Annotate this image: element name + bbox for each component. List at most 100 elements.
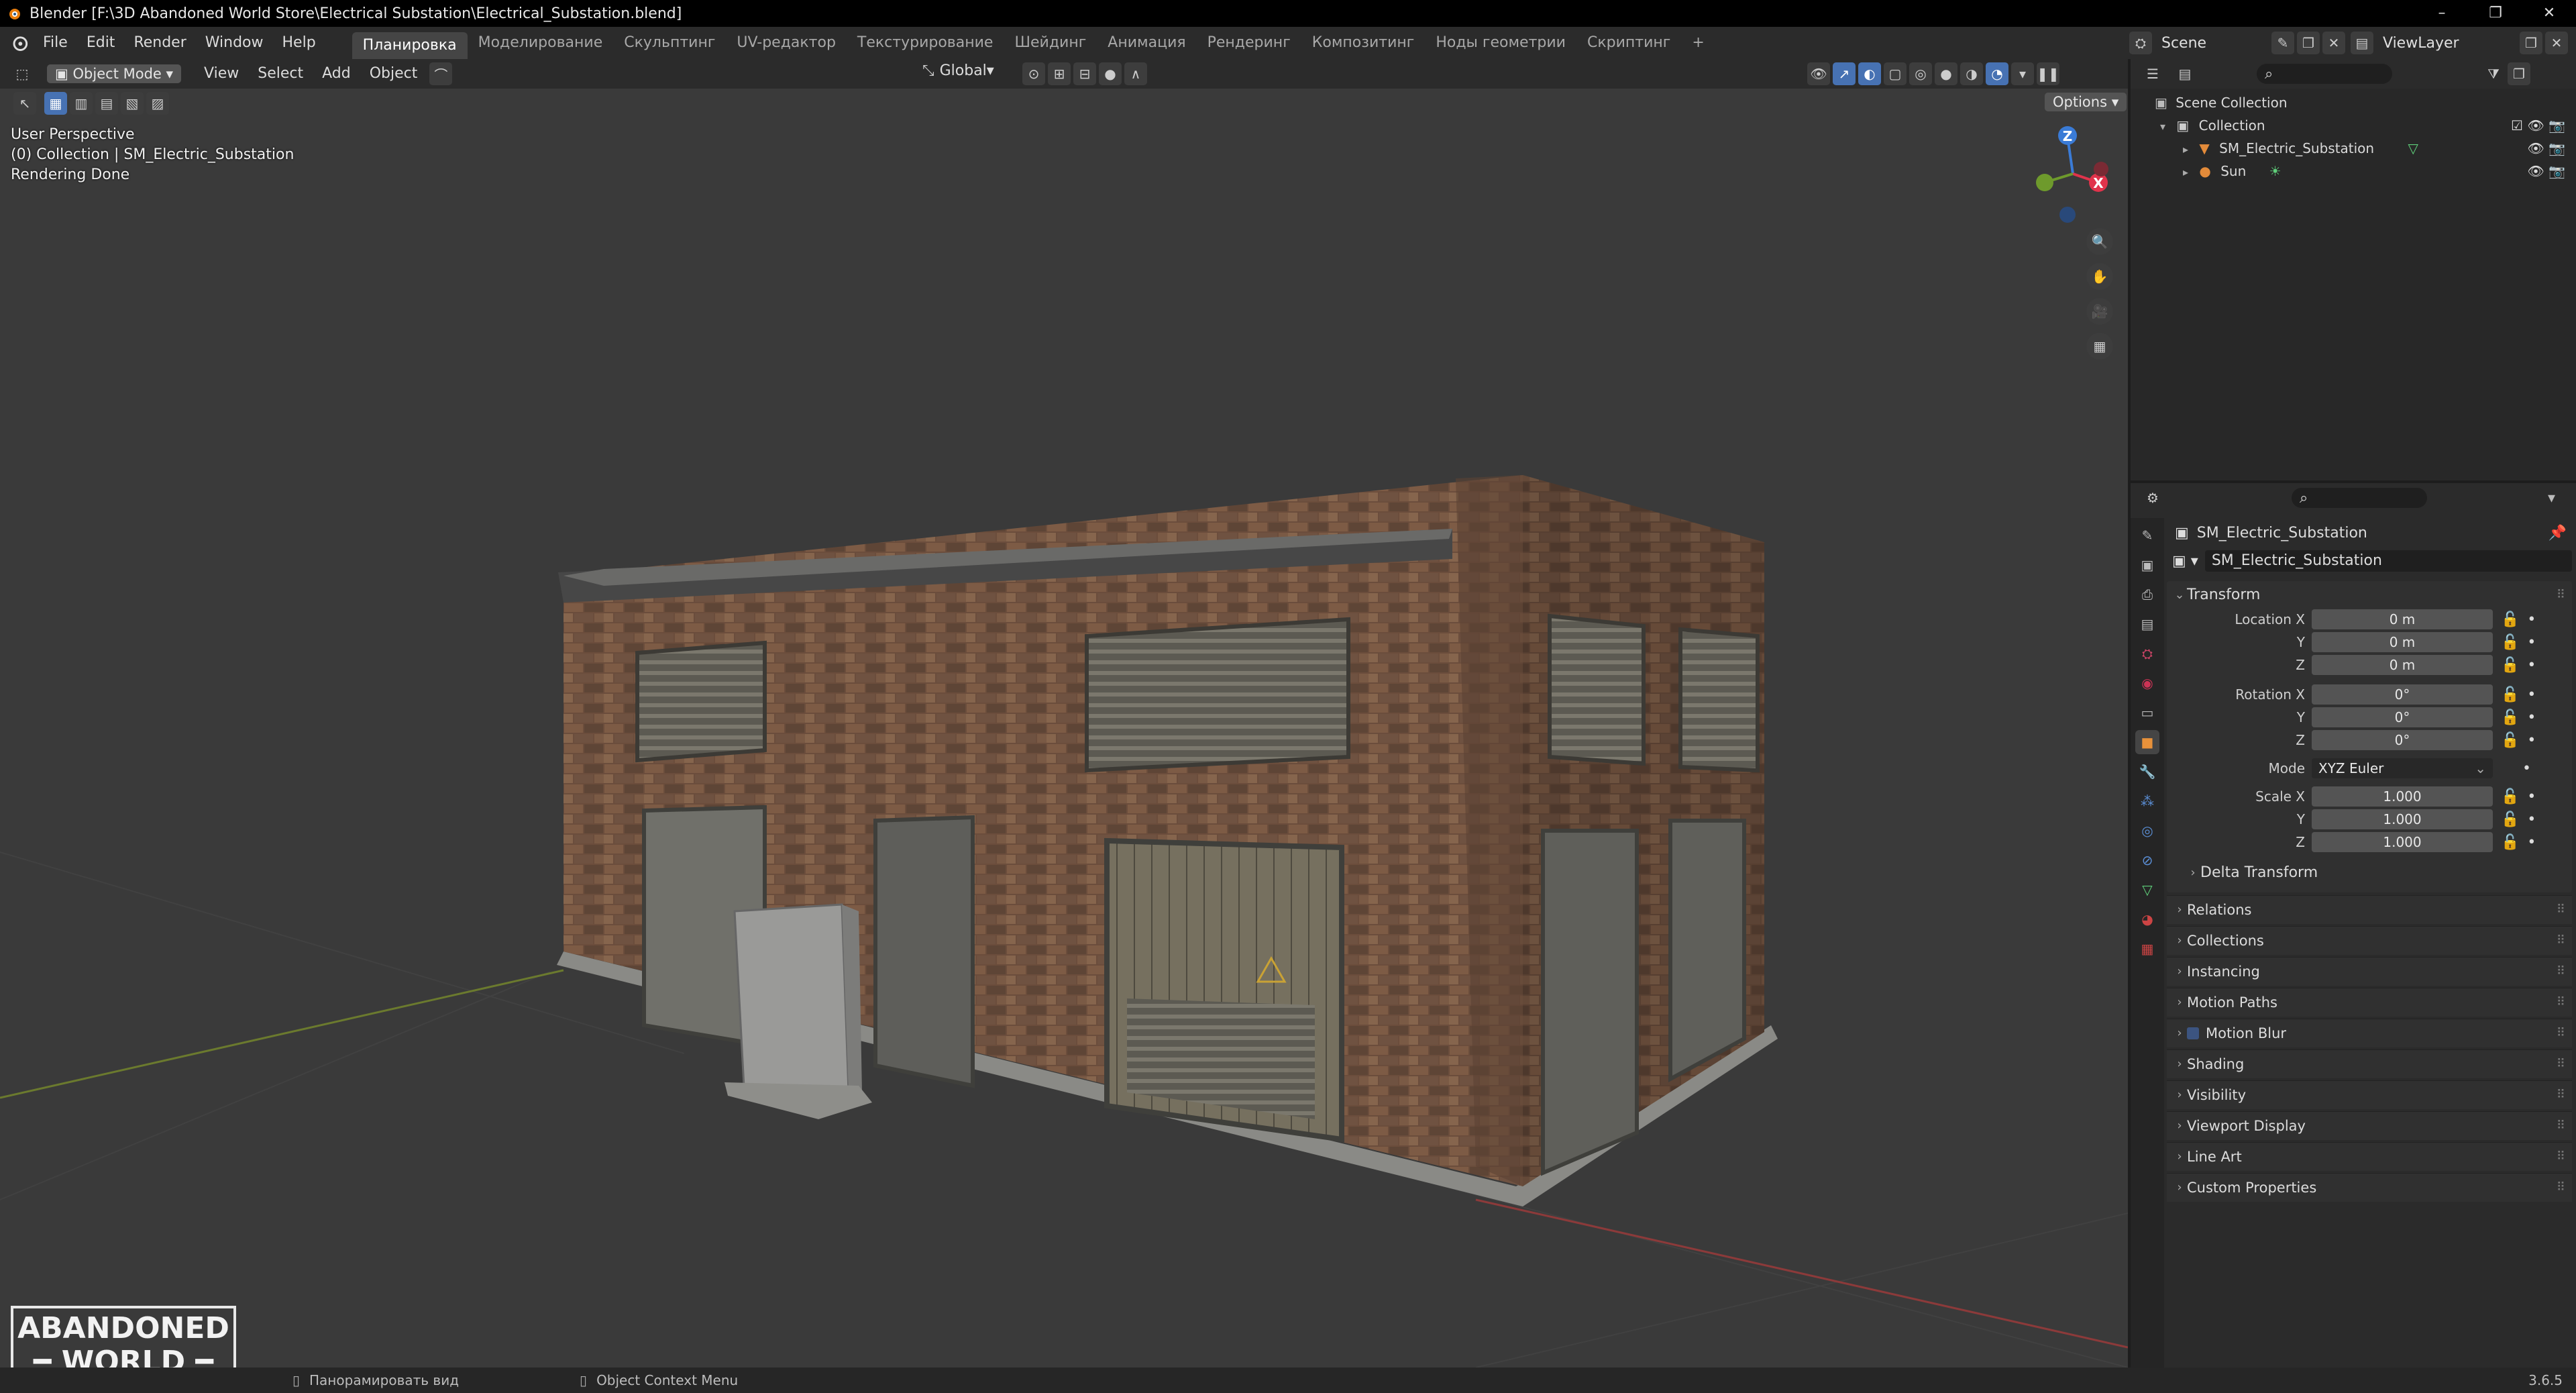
drag-handle-icon[interactable]: ⠿ bbox=[2557, 988, 2565, 1017]
drag-handle-icon[interactable]: ⠿ bbox=[2557, 1112, 2565, 1140]
modifier-tab-icon[interactable]: 🔧 bbox=[2135, 760, 2159, 784]
render-tab-icon[interactable]: ▣ bbox=[2135, 553, 2159, 577]
expand-arrow-icon[interactable]: ▸ bbox=[2183, 166, 2188, 178]
lock-icon[interactable]: 🔓 bbox=[2501, 657, 2519, 674]
wireframe-shading-icon[interactable]: ◎ bbox=[1909, 62, 1932, 85]
outliner-editor-type-icon[interactable]: ☰ bbox=[2141, 62, 2164, 85]
keyframe-dot-icon[interactable]: • bbox=[2527, 732, 2536, 749]
mode-label[interactable]: Object Mode bbox=[73, 66, 162, 82]
proportional-edit-icon[interactable]: ● bbox=[1099, 62, 1122, 85]
scale-y-field[interactable]: 1.000 bbox=[2312, 809, 2493, 829]
drag-handle-icon[interactable]: ⠿ bbox=[2557, 896, 2565, 924]
lock-icon[interactable]: 🔓 bbox=[2501, 811, 2519, 828]
drag-handle-icon[interactable]: ⠿ bbox=[2557, 1174, 2565, 1202]
menu-help[interactable]: Help bbox=[273, 27, 325, 59]
building-model[interactable] bbox=[557, 475, 1778, 1206]
texture-tab-icon[interactable]: ▦ bbox=[2135, 937, 2159, 961]
editor-type-icon[interactable]: ⬚ bbox=[11, 62, 34, 85]
select-extend-icon[interactable]: ▥ bbox=[70, 92, 93, 115]
snap-curve-icon[interactable]: ⌒ bbox=[429, 62, 453, 85]
lock-icon[interactable]: 🔓 bbox=[2501, 834, 2519, 851]
select-tool-icon[interactable]: ↖ bbox=[13, 92, 36, 115]
lock-icon[interactable]: 🔓 bbox=[2501, 634, 2519, 651]
lock-icon[interactable]: 🔓 bbox=[2501, 732, 2519, 749]
outliner-search-input[interactable]: ⌕ bbox=[2257, 64, 2392, 84]
particles-tab-icon[interactable]: ⁂ bbox=[2135, 789, 2159, 813]
keyframe-dot-icon[interactable]: • bbox=[2527, 657, 2536, 674]
keyframe-dot-icon[interactable]: • bbox=[2527, 834, 2536, 851]
collection-tab-icon[interactable]: ▭ bbox=[2135, 701, 2159, 725]
drag-handle-icon[interactable]: ⠿ bbox=[2557, 927, 2565, 955]
object-datablock-icon[interactable]: ▣ ▾ bbox=[2172, 553, 2198, 570]
outliner-item-collection[interactable]: ▾ ▣ Collection ☑ 👁 📷 bbox=[2131, 114, 2576, 137]
viewport-menu-add[interactable]: Add bbox=[313, 59, 360, 90]
xray-icon[interactable]: ▢ bbox=[1884, 62, 1907, 85]
constraints-tab-icon[interactable]: ⊘ bbox=[2135, 848, 2159, 872]
select-new-icon[interactable]: ▦ bbox=[44, 92, 67, 115]
new-view-layer-icon[interactable]: ❐ bbox=[2520, 32, 2542, 54]
transform-panel-header[interactable]: ⌄ Transform ⠿ bbox=[2167, 581, 2572, 608]
material-preview-icon[interactable]: ◑ bbox=[1960, 62, 1983, 85]
orientation-label[interactable]: Global bbox=[940, 62, 987, 79]
options-dropdown[interactable]: Options ▾ bbox=[2045, 93, 2127, 111]
tab-scripting[interactable]: Скриптинг bbox=[1576, 27, 1681, 59]
scene-collection-row[interactable]: ▣ Scene Collection bbox=[2131, 91, 2576, 114]
outliner-item-substation[interactable]: ▸ ▼ SM_Electric_Substation ▽ 👁 📷 bbox=[2131, 137, 2576, 160]
tab-shading[interactable]: Шейдинг bbox=[1004, 27, 1097, 59]
lock-icon[interactable]: 🔓 bbox=[2501, 788, 2519, 805]
panel-visibility[interactable]: › Visibility ⠿ bbox=[2167, 1080, 2572, 1109]
panel-motion-paths[interactable]: › Motion Paths ⠿ bbox=[2167, 988, 2572, 1017]
object-name-field[interactable]: SM_Electric_Substation bbox=[2204, 550, 2572, 572]
pin-icon[interactable]: 📌 bbox=[2548, 525, 2567, 541]
new-scene-icon[interactable]: ❐ bbox=[2297, 32, 2320, 54]
falloff-icon[interactable]: ∧ bbox=[1124, 62, 1147, 85]
material-tab-icon[interactable]: ◕ bbox=[2135, 907, 2159, 931]
menu-window[interactable]: Window bbox=[196, 27, 273, 59]
tab-modeling[interactable]: Моделирование bbox=[468, 27, 614, 59]
location-x-field[interactable]: 0 m bbox=[2312, 609, 2493, 629]
maximize-button[interactable]: ❐ bbox=[2469, 0, 2522, 27]
eye-icon[interactable]: 👁 bbox=[2527, 117, 2544, 134]
panel-line-art[interactable]: › Line Art ⠿ bbox=[2167, 1142, 2572, 1171]
filter-icon[interactable]: ⧩ bbox=[2482, 62, 2505, 85]
select-subtract-icon[interactable]: ▤ bbox=[95, 92, 118, 115]
scale-z-field[interactable]: 1.000 bbox=[2312, 832, 2493, 852]
viewport-menu-view[interactable]: View bbox=[195, 59, 248, 90]
mode-dropdown[interactable]: ▣ Object Mode ▾ bbox=[47, 64, 182, 83]
tab-geometry-nodes[interactable]: Ноды геометрии bbox=[1425, 27, 1576, 59]
solid-shading-icon[interactable]: ● bbox=[1935, 62, 1957, 85]
lock-icon[interactable]: 🔓 bbox=[2501, 686, 2519, 703]
data-tab-icon[interactable]: ▽ bbox=[2135, 878, 2159, 902]
pause-render-icon[interactable]: ❚❚ bbox=[2037, 62, 2059, 85]
view-layer-tab-icon[interactable]: ▤ bbox=[2135, 612, 2159, 636]
drag-handle-icon[interactable]: ⠿ bbox=[2557, 1050, 2565, 1078]
tab-sculpting[interactable]: Скульптинг bbox=[613, 27, 726, 59]
view-layer-selector[interactable]: ▤ ViewLayer ❐ ✕ bbox=[2348, 31, 2568, 55]
keyframe-dot-icon[interactable]: • bbox=[2527, 709, 2536, 726]
checkbox-icon[interactable]: ☑ bbox=[2511, 117, 2523, 134]
rendered-shading-icon[interactable]: ◔ bbox=[1986, 62, 2008, 85]
output-tab-icon[interactable]: ⎙ bbox=[2135, 582, 2159, 607]
keyframe-dot-icon[interactable]: • bbox=[2522, 760, 2531, 777]
rotation-mode-dropdown[interactable]: XYZ Euler ⌄ bbox=[2312, 758, 2493, 778]
delete-view-layer-icon[interactable]: ✕ bbox=[2545, 32, 2568, 54]
pan-hand-icon[interactable]: ✋ bbox=[2086, 263, 2113, 290]
scene-name[interactable]: Scene bbox=[2161, 35, 2269, 52]
properties-options-icon[interactable]: ▾ bbox=[2548, 490, 2555, 507]
zoom-icon[interactable]: 🔍 bbox=[2086, 228, 2113, 255]
keyframe-dot-icon[interactable]: • bbox=[2527, 634, 2536, 651]
panel-shading[interactable]: › Shading ⠿ bbox=[2167, 1049, 2572, 1078]
menu-file[interactable]: File bbox=[34, 27, 77, 59]
camera-icon[interactable]: 📷 bbox=[2548, 140, 2565, 156]
keyframe-dot-icon[interactable]: • bbox=[2527, 788, 2536, 805]
keyframe-dot-icon[interactable]: • bbox=[2527, 686, 2536, 703]
scale-x-field[interactable]: 1.000 bbox=[2312, 786, 2493, 807]
tab-texture-paint[interactable]: Текстурирование bbox=[847, 27, 1004, 59]
rotation-y-field[interactable]: 0° bbox=[2312, 707, 2493, 727]
motion-blur-checkbox[interactable] bbox=[2187, 1027, 2199, 1039]
gizmo-toggle-icon[interactable]: ↗ bbox=[1833, 62, 1856, 85]
menu-edit[interactable]: Edit bbox=[77, 27, 125, 59]
select-invert-icon[interactable]: ▧ bbox=[121, 92, 144, 115]
camera-view-icon[interactable]: 🎥 bbox=[2086, 298, 2113, 325]
eye-icon[interactable]: 👁 bbox=[2527, 140, 2544, 156]
